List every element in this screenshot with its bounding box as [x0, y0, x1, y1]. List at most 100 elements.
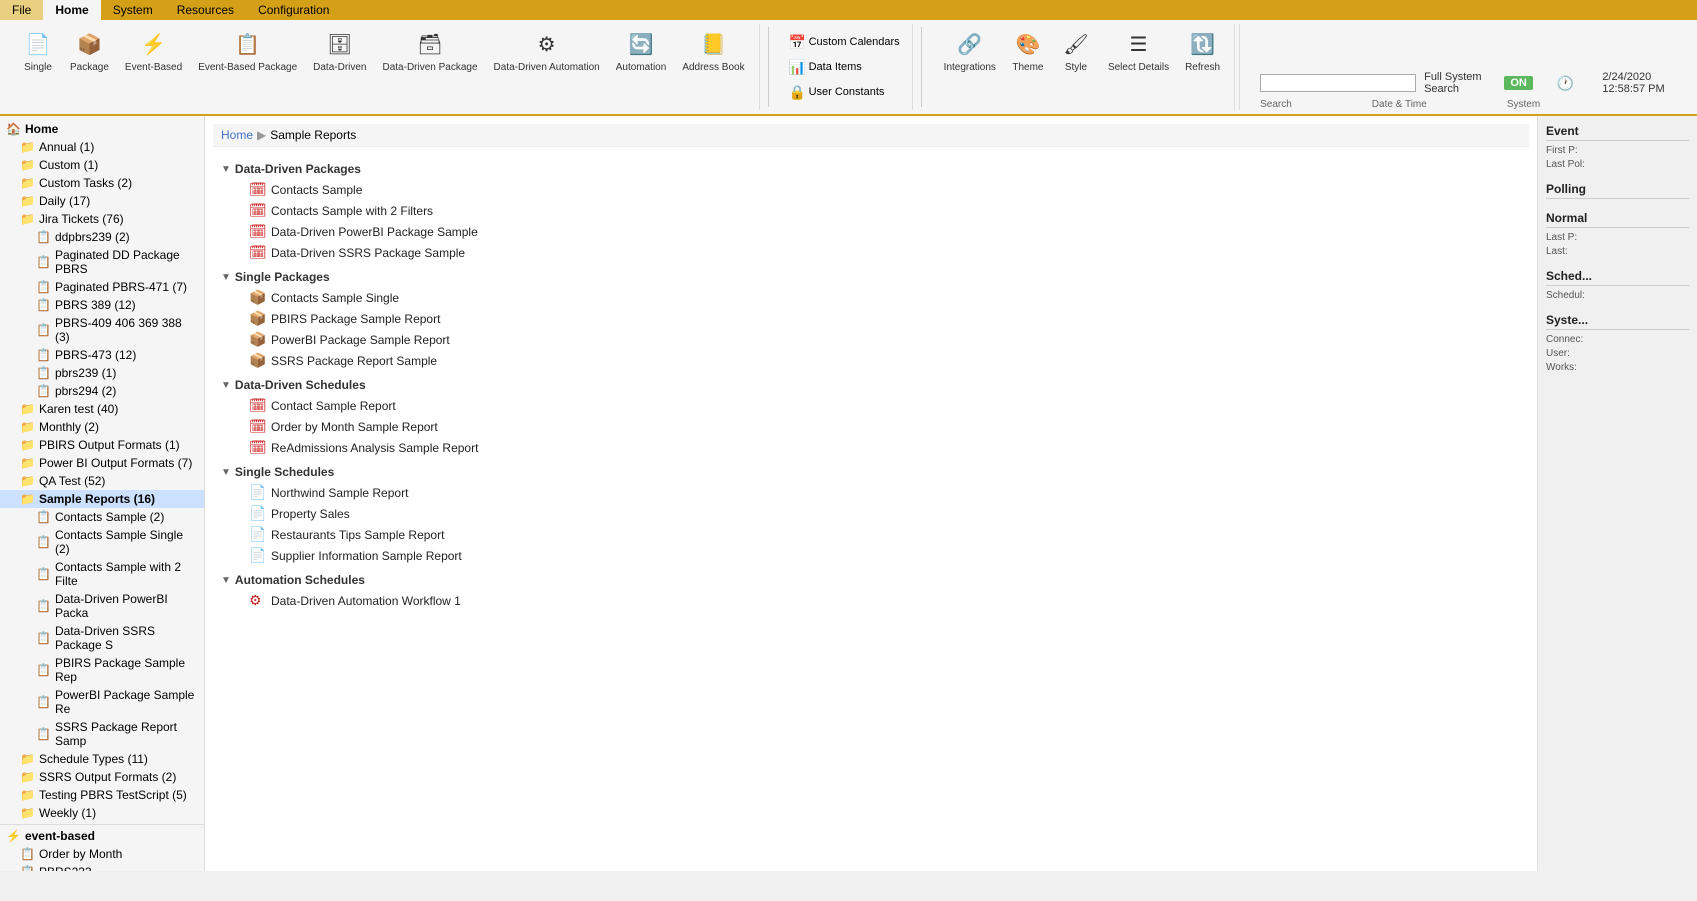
sidebar-item-pbirs-output[interactable]: 📁 PBIRS Output Formats (1)	[0, 436, 204, 454]
tree-item-northwind[interactable]: 📄 Northwind Sample Report	[217, 482, 1525, 503]
ribbon-sep-1	[768, 27, 769, 107]
tree-item-pbirs-package-sample[interactable]: 📦 PBIRS Package Sample Report	[217, 308, 1525, 329]
menu-configuration[interactable]: Configuration	[246, 0, 341, 20]
theme-icon: 🎨	[1012, 28, 1044, 60]
datetime-display: 2/24/2020 12:58:57 PM	[1602, 71, 1689, 95]
sidebar-item-pbrs294[interactable]: 📋 pbrs294 (2)	[0, 382, 204, 400]
sidebar-item-power-bi-output[interactable]: 📁 Power BI Output Formats (7)	[0, 454, 204, 472]
sidebar-item-ssrs-output[interactable]: 📁 SSRS Output Formats (2)	[0, 768, 204, 786]
scheduled-label-0: Schedul:	[1546, 290, 1689, 301]
sidebar-item-karen[interactable]: 📁 Karen test (40)	[0, 400, 204, 418]
tree-group-single-schedules-header[interactable]: ▼ Single Schedules	[217, 462, 1525, 482]
sidebar-item-pbirs-pkg-sample[interactable]: 📋 PBIRS Package Sample Rep	[0, 654, 204, 686]
sidebar-item-contacts-sample-2[interactable]: 📋 Contacts Sample (2)	[0, 508, 204, 526]
ribbon-address-book-btn[interactable]: 📒 Address Book	[676, 24, 750, 78]
sidebar-item-jira[interactable]: 📁 Jira Tickets (76)	[0, 210, 204, 228]
ribbon-select-details-btn[interactable]: ☰ Select Details	[1102, 24, 1175, 78]
ribbon-data-driven-btn[interactable]: 🗄 Data-Driven	[307, 24, 372, 78]
tree-item-contacts-sample[interactable]: 🗓 Contacts Sample	[217, 179, 1525, 200]
tree-item-supplier-info[interactable]: 📄 Supplier Information Sample Report	[217, 545, 1525, 566]
tree-item-contact-sample-report[interactable]: 🗓 Contact Sample Report	[217, 395, 1525, 416]
tree-item-restaurants-tips[interactable]: 📄 Restaurants Tips Sample Report	[217, 524, 1525, 545]
tree-item-property-sales[interactable]: 📄 Property Sales	[217, 503, 1525, 524]
sidebar-item-contacts-2f[interactable]: 📋 Contacts Sample with 2 Filte	[0, 558, 204, 590]
data-driven-powerbi-label: Data-Driven PowerBI Packa	[55, 592, 198, 620]
data-driven-pkg-label: Data-Driven Package	[383, 62, 478, 74]
ribbon-event-based-btn[interactable]: ⚡ Event-Based	[119, 24, 188, 78]
single-icon: 📄	[22, 28, 54, 60]
sidebar-item-custom-tasks[interactable]: 📁 Custom Tasks (2)	[0, 174, 204, 192]
tree-item-ssrs-package-rpt[interactable]: 📦 SSRS Package Report Sample	[217, 350, 1525, 371]
breadcrumb-home[interactable]: Home	[221, 128, 253, 142]
sidebar-item-pbrs239-1[interactable]: 📋 pbrs239 (1)	[0, 364, 204, 382]
tree-item-readmissions[interactable]: 🗓 ReAdmissions Analysis Sample Report	[217, 437, 1525, 458]
contacts-2-icon: 📋	[36, 510, 51, 524]
data-driven-ssrs-icon: 📋	[36, 631, 51, 645]
sidebar-item-data-driven-ssrs[interactable]: 📋 Data-Driven SSRS Package S	[0, 622, 204, 654]
sidebar-item-pbrs233[interactable]: 📋 PBRS233	[0, 863, 204, 871]
ribbon-integrations-btn[interactable]: 🔗 Integrations	[938, 24, 1002, 78]
search-input[interactable]	[1260, 74, 1416, 92]
ribbon-package-btn[interactable]: 📦 Package	[64, 24, 115, 78]
property-sales-label: Property Sales	[271, 507, 350, 521]
ribbon-custom-calendars-btn[interactable]: 📅 Custom Calendars	[785, 32, 904, 53]
tree-group-automation-schedules-header[interactable]: ▼ Automation Schedules	[217, 570, 1525, 590]
sidebar-item-sample-reports[interactable]: 📁 Sample Reports (16)	[0, 490, 204, 508]
sidebar-item-ssrs-pkg-report[interactable]: 📋 SSRS Package Report Samp	[0, 718, 204, 750]
sidebar-item-pbrs389[interactable]: 📋 PBRS 389 (12)	[0, 296, 204, 314]
ribbon-style-btn[interactable]: 🖌 Style	[1054, 24, 1098, 78]
sidebar-item-schedule-types[interactable]: 📁 Schedule Types (11)	[0, 750, 204, 768]
tree-item-powerbi-package-sample[interactable]: 📦 PowerBI Package Sample Report	[217, 329, 1525, 350]
sidebar-item-contacts-sample-single-2[interactable]: 📋 Contacts Sample Single (2)	[0, 526, 204, 558]
power-bi-output-label: Power BI Output Formats (7)	[39, 456, 192, 470]
annual-label: Annual (1)	[39, 140, 94, 154]
tree-group-data-driven-packages-header[interactable]: ▼ Data-Driven Packages	[217, 159, 1525, 179]
sidebar-item-annual[interactable]: 📁 Annual (1)	[0, 138, 204, 156]
sidebar-item-ddpbrs239[interactable]: 📋 ddpbrs239 (2)	[0, 228, 204, 246]
ribbon-data-driven-pkg-btn[interactable]: 🗃 Data-Driven Package	[377, 24, 484, 78]
sidebar-item-pbrs409[interactable]: 📋 PBRS-409 406 369 388 (3)	[0, 314, 204, 346]
tree-item-order-by-month-sample[interactable]: 🗓 Order by Month Sample Report	[217, 416, 1525, 437]
sidebar-item-weekly[interactable]: 📁 Weekly (1)	[0, 804, 204, 822]
sidebar-item-daily[interactable]: 📁 Daily (17)	[0, 192, 204, 210]
ribbon-user-constants-btn[interactable]: 🔒 User Constants	[785, 82, 904, 103]
sidebar-item-event-based[interactable]: ⚡ event-based	[0, 827, 204, 845]
tree-item-data-driven-auto-wf1[interactable]: ⚙ Data-Driven Automation Workflow 1	[217, 590, 1525, 611]
ribbon-data-items-btn[interactable]: 📊 Data Items	[785, 57, 904, 78]
sidebar-item-powerbi-pkg-sample[interactable]: 📋 PowerBI Package Sample Re	[0, 686, 204, 718]
ribbon-single-btn[interactable]: 📄 Single	[16, 24, 60, 78]
ribbon-refresh-btn[interactable]: 🔃 Refresh	[1179, 24, 1226, 78]
sidebar-item-custom[interactable]: 📁 Custom (1)	[0, 156, 204, 174]
tree-group-data-driven-schedules-header[interactable]: ▼ Data-Driven Schedules	[217, 375, 1525, 395]
refresh-label: Refresh	[1185, 62, 1220, 74]
daily-label: Daily (17)	[39, 194, 90, 208]
powerbi-package-sample-label: PowerBI Package Sample Report	[271, 333, 450, 347]
custom-folder-icon: 📁	[20, 158, 35, 172]
tree-item-contacts-sample-2f[interactable]: 🗓 Contacts Sample with 2 Filters	[217, 200, 1525, 221]
sidebar-item-paginated-dd[interactable]: 📋 Paginated DD Package PBRS	[0, 246, 204, 278]
ribbon-automation-btn[interactable]: 🔄 Automation	[610, 24, 673, 78]
ribbon-event-based-pkg-btn[interactable]: 📋 Event-Based Package	[192, 24, 303, 78]
sidebar-item-order-by-month[interactable]: 📋 Order by Month	[0, 845, 204, 863]
menu-file[interactable]: File	[0, 0, 43, 20]
ribbon-data-driven-auto-btn[interactable]: ⚙ Data-Driven Automation	[488, 24, 606, 78]
right-panel: Event First P: Last Pol: Polling Normal …	[1537, 116, 1697, 871]
sidebar-item-data-driven-powerbi[interactable]: 📋 Data-Driven PowerBI Packa	[0, 590, 204, 622]
ribbon-theme-btn[interactable]: 🎨 Theme	[1006, 24, 1050, 78]
sidebar-item-testing-pbrs[interactable]: 📁 Testing PBRS TestScript (5)	[0, 786, 204, 804]
karen-folder-icon: 📁	[20, 402, 35, 416]
tree-item-data-driven-powerbi-pkg[interactable]: 🗓 Data-Driven PowerBI Package Sample	[217, 221, 1525, 242]
ssrs-package-rpt-label: SSRS Package Report Sample	[271, 354, 437, 368]
tree-item-contacts-sample-single-pkg[interactable]: 📦 Contacts Sample Single	[217, 287, 1525, 308]
sidebar-item-paginated-pbrs[interactable]: 📋 Paginated PBRS-471 (7)	[0, 278, 204, 296]
tree-group-single-packages-header[interactable]: ▼ Single Packages	[217, 267, 1525, 287]
sidebar-item-pbrs473[interactable]: 📋 PBRS-473 (12)	[0, 346, 204, 364]
tree-item-data-driven-ssrs-pkg[interactable]: 🗓 Data-Driven SSRS Package Sample	[217, 242, 1525, 263]
menu-resources[interactable]: Resources	[165, 0, 246, 20]
sidebar-item-monthly[interactable]: 📁 Monthly (2)	[0, 418, 204, 436]
sidebar-item-qa-test[interactable]: 📁 QA Test (52)	[0, 472, 204, 490]
menu-home[interactable]: Home	[43, 0, 100, 20]
sidebar-item-home[interactable]: 🏠 Home	[0, 120, 204, 138]
data-driven-auto-label: Data-Driven Automation	[494, 62, 600, 74]
menu-system[interactable]: System	[101, 0, 165, 20]
